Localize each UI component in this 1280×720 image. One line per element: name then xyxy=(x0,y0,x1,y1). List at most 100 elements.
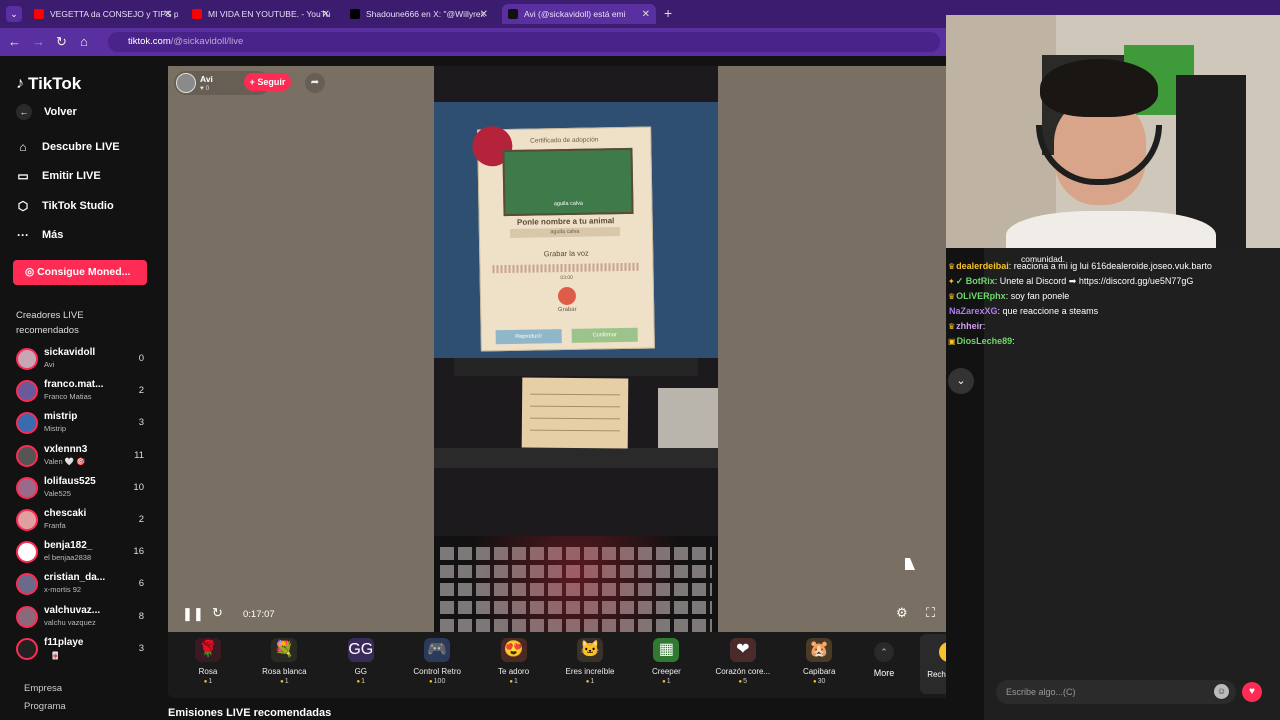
tab-0[interactable]: VEGETTA da CONSEJO y TIPS p ✕ xyxy=(28,4,178,24)
host-likes: ♥ 0 xyxy=(200,85,210,92)
chat-text: : que reaccione a steams xyxy=(997,306,1099,316)
monitor-base xyxy=(454,358,698,376)
creator-name: franco.mat... xyxy=(44,379,104,391)
chat-message: ♛dealerdeibai: reaciona a mi ig lui 616d… xyxy=(948,261,1212,271)
close-tab-icon[interactable]: ✕ xyxy=(164,9,172,20)
creator-item[interactable]: franco.mat... Franco Matias 2 xyxy=(16,378,156,406)
chat-username[interactable]: dealerdeibai xyxy=(956,261,1009,271)
creator-item[interactable]: benja182_ el benjaa2838 16 xyxy=(16,539,156,567)
creator-item[interactable]: sickavidoll Avi 0 xyxy=(16,346,156,374)
certificate-record: Grabar xyxy=(557,306,577,314)
creator-viewer-count: 6 xyxy=(138,578,144,590)
creator-subtitle: Franfa xyxy=(44,521,66,530)
close-tab-icon[interactable]: ✕ xyxy=(480,9,488,20)
host-avatar[interactable] xyxy=(176,73,196,93)
nav-item-go-live[interactable]: ▭ Emitir LIVE xyxy=(16,169,100,183)
fullscreen-icon[interactable]: ⛶ xyxy=(926,605,935,621)
creator-viewer-count: 0 xyxy=(138,353,144,364)
creator-viewer-count: 10 xyxy=(133,481,144,493)
reload-icon[interactable]: ↻ xyxy=(56,34,67,50)
gift-item[interactable]: 🐹 Capibara 30 xyxy=(781,638,857,685)
gift-item[interactable]: ❤ Corazón core... 5 xyxy=(705,638,781,685)
chat-username[interactable]: DiosLeche89 xyxy=(957,336,1013,346)
new-tab-button[interactable]: + xyxy=(664,5,672,21)
tab-search-icon[interactable]: ⌄ xyxy=(6,6,22,22)
creator-item[interactable]: valchuvaz... valchu vazquez 8 xyxy=(16,604,156,632)
gift-price: 1 xyxy=(628,678,704,685)
like-heart-icon[interactable]: ♥ xyxy=(1242,682,1262,702)
adoption-certificate: Certificado de adopción aguila calva Pon… xyxy=(472,125,655,352)
handwritten-note xyxy=(521,377,629,449)
gift-item[interactable]: 🎮 Control Retro 100 xyxy=(399,638,475,685)
gift-item[interactable]: GG GG 1 xyxy=(323,638,399,685)
forward-arrow-icon[interactable]: → xyxy=(32,34,45,49)
creator-item[interactable]: lolifaus525 Vale525 10 xyxy=(16,475,156,503)
pause-icon[interactable]: ❚❚ xyxy=(182,606,204,622)
share-icon[interactable]: ➦ xyxy=(305,73,325,93)
chat-badge-icon: ✦ xyxy=(948,277,955,286)
creator-avatar xyxy=(16,637,38,660)
certificate-voice: Grabar la voz xyxy=(543,248,589,259)
chat-input[interactable]: Escribe algo...(C) xyxy=(996,680,1236,704)
close-tab-icon[interactable]: ✕ xyxy=(322,9,330,20)
footer-link-programa[interactable]: Programa xyxy=(24,701,66,712)
gift-name: Rosa blanca xyxy=(262,667,307,676)
nav-item-discover[interactable]: ⌂ Descubre LIVE xyxy=(16,140,119,154)
desk-shelf xyxy=(434,448,718,468)
chat-username[interactable]: OLiVERphx xyxy=(956,291,1006,301)
tab-1[interactable]: MI VIDA EN YOUTUBE. - YouTu ✕ xyxy=(186,4,336,24)
settings-gear-icon[interactable]: ⚙ xyxy=(896,605,908,621)
creator-name: chescaki xyxy=(44,508,87,519)
certificate-time: 03:00 xyxy=(560,274,573,282)
gift-item[interactable]: 💐 Rosa blanca 1 xyxy=(246,638,322,685)
creator-avatar xyxy=(16,573,38,596)
get-coins-button[interactable]: ◎ Consigue Moned... xyxy=(13,260,147,285)
tab-2[interactable]: Shadoune666 en X: "@Willyrex ✕ xyxy=(344,4,494,24)
creator-item[interactable]: mistrip Mistrip 3 xyxy=(16,410,156,438)
creator-item[interactable]: chescaki Franfa 2 xyxy=(16,507,156,535)
back-link[interactable]: ← Volver xyxy=(16,104,77,120)
creator-subtitle: Mistrip xyxy=(44,424,67,434)
creator-name: valchuvaz... xyxy=(44,604,101,616)
more-gifts-button[interactable]: ⌃ More xyxy=(868,642,900,678)
chat-username[interactable]: zhheir xyxy=(956,321,983,331)
creator-item[interactable]: cristian_da... x-mortis 92 6 xyxy=(16,571,156,599)
url-field[interactable]: tiktok.com/@sickavidoll/live xyxy=(108,32,940,52)
chat-badge-icon: ♛ xyxy=(948,322,956,331)
tab-label: VEGETTA da CONSEJO y TIPS p xyxy=(50,9,178,19)
coins-label: Consigue Moned... xyxy=(37,266,131,278)
creator-subtitle: Valen 🤍 🎯 xyxy=(44,456,86,466)
follow-button[interactable]: + Seguir xyxy=(244,73,291,91)
certificate-name-field: aguila calva xyxy=(509,227,620,238)
home-icon[interactable]: ⌂ xyxy=(80,34,88,49)
close-tab-icon[interactable]: ✕ xyxy=(642,9,650,20)
refresh-icon[interactable]: ↻ xyxy=(212,605,223,621)
nav-item-studio[interactable]: ⬡ TikTok Studio xyxy=(16,199,114,213)
emoji-icon[interactable]: ☺ xyxy=(1214,684,1229,699)
creator-subtitle: Avi xyxy=(44,360,55,369)
chat-username[interactable]: NaZarexXG xyxy=(949,306,998,316)
chat-text: : Unete al Discord ➡ https://discord.gg/… xyxy=(994,276,1194,286)
scroll-down-chevron-icon[interactable]: ⌄ xyxy=(948,368,974,394)
chat-badge-icon: ▣ xyxy=(948,337,956,346)
logo-text: TikTok xyxy=(28,74,82,93)
gift-price: 30 xyxy=(781,678,857,685)
creator-item[interactable]: vxlennn3 Valen 🤍 🎯 11 xyxy=(16,443,156,471)
gift-item[interactable]: 🌹 Rosa 1 xyxy=(170,638,246,685)
footer-link-empresa[interactable]: Empresa xyxy=(24,683,62,694)
tab-3[interactable]: Avi (@sickavidoll) está emi ✕ xyxy=(502,4,656,24)
gift-item[interactable]: 🐱 Eres increíble 1 xyxy=(552,638,628,685)
creator-item[interactable]: f11playe ㅤ🀄 3 xyxy=(16,636,156,664)
back-arrow-icon[interactable]: ← xyxy=(8,34,21,49)
eagle-picture: aguila calva xyxy=(502,147,634,217)
tiktok-logo[interactable]: ♪ TikTok xyxy=(16,74,81,94)
gift-item[interactable]: 😍 Te adoro 1 xyxy=(476,638,552,685)
chat-text: : xyxy=(982,321,986,331)
live-video[interactable]: Certificado de adopción aguila calva Pon… xyxy=(434,66,718,632)
creator-viewer-count: 8 xyxy=(138,610,144,622)
gift-item[interactable]: ▦ Creeper 1 xyxy=(628,638,704,685)
gift-price: 1 xyxy=(170,678,246,685)
nav-item-more[interactable]: ··· Más xyxy=(16,228,63,242)
live-player[interactable]: Certificado de adopción aguila calva Pon… xyxy=(168,66,982,632)
chat-username[interactable]: ✓ BotRix xyxy=(956,276,995,286)
